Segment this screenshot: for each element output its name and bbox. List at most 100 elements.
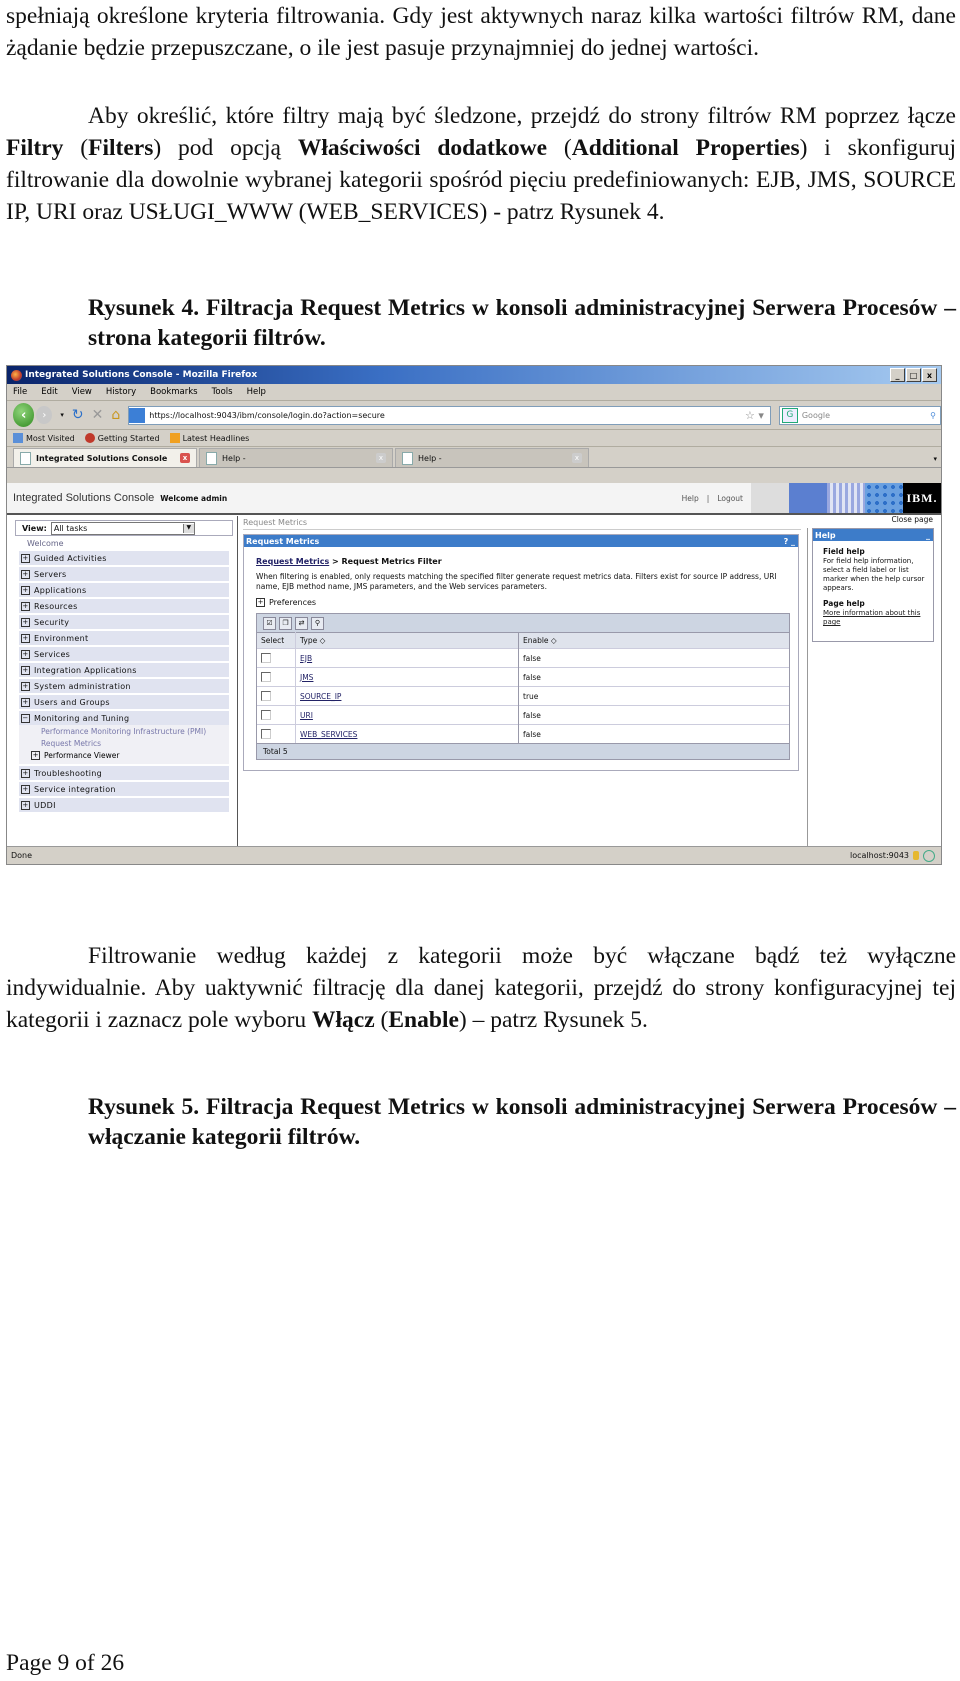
figure-4-screenshot: Integrated Solutions Console - Mozilla F… — [6, 365, 942, 865]
reload-icon[interactable]: ↻ — [72, 407, 84, 423]
nav-label: UDDI — [34, 800, 56, 810]
help-minimize-icons[interactable]: ? _ — [784, 537, 795, 546]
bookmark-latest-headlines[interactable]: Latest Headlines — [169, 433, 249, 443]
bookmark-most-visited[interactable]: Most Visited — [13, 433, 75, 443]
text: ) pod opcją — [153, 135, 298, 161]
nav-environment[interactable]: + Environment — [19, 631, 229, 645]
nav-uddi[interactable]: + UDDI — [19, 798, 229, 812]
menu-bookmarks[interactable]: Bookmarks — [150, 387, 198, 397]
close-page-link[interactable]: Close page — [891, 515, 933, 524]
nav-monitoring-and-tuning[interactable]: − Monitoring and Tuning — [19, 711, 229, 725]
addon-icon[interactable] — [923, 849, 935, 862]
minimize-icon[interactable]: _ — [926, 531, 930, 540]
google-icon[interactable]: G — [781, 407, 798, 423]
expand-icon: + — [21, 697, 30, 707]
nav-security[interactable]: + Security — [19, 615, 229, 629]
preferences-toggle[interactable]: + Preferences — [256, 598, 798, 607]
nav-label: Performance Monitoring Infrastructure (P… — [41, 727, 207, 736]
nav-service-integration[interactable]: + Service integration — [19, 782, 229, 796]
close-tab-icon[interactable]: x — [180, 453, 190, 463]
table-toolbar: ☑ ❐ ⇄ ⚲ — [257, 614, 789, 632]
nav-pmi[interactable]: Performance Monitoring Infrastructure (P… — [19, 725, 229, 737]
tab-integrated-solutions-console[interactable]: Integrated Solutions Console x — [13, 448, 197, 467]
nav-welcome-link[interactable]: Welcome — [11, 538, 237, 549]
column-enable[interactable]: Enable ◇ — [518, 632, 789, 649]
menu-view[interactable]: View — [72, 387, 92, 397]
page-help-link[interactable]: More information about this page — [823, 609, 929, 627]
row-checkbox[interactable] — [261, 691, 271, 701]
nav-resources[interactable]: + Resources — [19, 599, 229, 613]
clear-filter-icon[interactable]: ⚲ — [311, 616, 324, 630]
page-icon — [20, 451, 31, 465]
minimize-button[interactable]: _ — [890, 368, 905, 382]
row-checkbox[interactable] — [261, 653, 271, 663]
close-tab-icon[interactable]: x — [376, 453, 386, 463]
home-icon[interactable]: ⌂ — [111, 407, 120, 423]
show-filter-icon[interactable]: ⇄ — [295, 616, 308, 630]
close-window-button[interactable]: x — [922, 368, 937, 382]
bookmark-label: Getting Started — [97, 433, 160, 443]
type-link[interactable]: JMS — [300, 673, 313, 682]
nav-request-metrics[interactable]: Request Metrics — [19, 737, 229, 749]
row-checkbox[interactable] — [261, 710, 271, 720]
forward-button[interactable]: › — [36, 406, 53, 424]
nav-system-administration[interactable]: + System administration — [19, 679, 229, 693]
nav-label: Request Metrics — [41, 739, 102, 748]
nav-applications[interactable]: + Applications — [19, 583, 229, 597]
tab-list-dropdown-icon[interactable]: ▾ — [933, 455, 937, 463]
search-icon[interactable]: ⚲ — [930, 411, 936, 420]
menu-history[interactable]: History — [106, 387, 136, 397]
nav-services[interactable]: + Services — [19, 647, 229, 661]
stop-icon[interactable]: ✕ — [92, 407, 104, 423]
page-help-title: Page help — [823, 599, 865, 608]
nav-label: Users and Groups — [34, 697, 110, 707]
bookmark-star-icon[interactable]: ☆ ▾ — [745, 409, 764, 422]
nav-performance-viewer[interactable]: + Performance Viewer — [19, 749, 229, 761]
view-select[interactable]: All tasks ▼ — [50, 521, 195, 535]
field-help-text: For field help information, select a fie… — [823, 557, 925, 592]
type-link[interactable]: SOURCE_IP — [300, 692, 341, 701]
tab-help-1[interactable]: Help - x — [199, 448, 393, 467]
chevron-down-icon[interactable]: ▼ — [182, 523, 194, 533]
lock-icon[interactable] — [913, 851, 919, 860]
menu-tools[interactable]: Tools — [212, 387, 233, 397]
select-all-icon[interactable]: ☑ — [263, 616, 276, 630]
deselect-all-icon[interactable]: ❐ — [279, 616, 292, 630]
menu-edit[interactable]: Edit — [41, 387, 57, 397]
menu-file[interactable]: File — [13, 387, 27, 397]
breadcrumb-link[interactable]: Request Metrics — [256, 557, 329, 566]
row-checkbox[interactable] — [261, 672, 271, 682]
search-box[interactable]: G Google ⚲ — [778, 405, 941, 425]
menu-help[interactable]: Help — [247, 387, 266, 397]
window-controls: _ □ x — [890, 368, 937, 382]
url-bar[interactable]: https://localhost:9043/ibm/console/login… — [128, 405, 771, 425]
maximize-button[interactable]: □ — [906, 368, 921, 382]
history-dropdown-icon[interactable]: ▾ — [60, 411, 64, 419]
expand-icon: + — [21, 665, 30, 675]
row-checkbox[interactable] — [261, 729, 271, 739]
nav-servers[interactable]: + Servers — [19, 567, 229, 581]
console-title: Integrated Solutions Console — [13, 492, 155, 504]
type-link[interactable]: WEB_SERVICES — [300, 730, 357, 739]
type-link[interactable]: EJB — [300, 654, 312, 663]
back-button[interactable]: ‹ — [13, 403, 35, 427]
help-link[interactable]: Help — [682, 494, 699, 503]
logout-link[interactable]: Logout — [717, 494, 743, 503]
banner-tile — [827, 483, 865, 513]
bold-text: Enable — [388, 1007, 459, 1033]
bookmark-getting-started[interactable]: Getting Started — [84, 433, 160, 443]
bookmarks-toolbar: Most Visited Getting Started Latest Head… — [7, 430, 941, 447]
page-icon — [402, 451, 413, 465]
column-type[interactable]: Type ◇ — [295, 632, 519, 649]
status-text: Done — [11, 851, 33, 860]
tab-help-2[interactable]: Help - x — [395, 448, 589, 467]
main-pane: Request Metrics Request Metrics ? _ Requ… — [243, 516, 801, 846]
nav-troubleshooting[interactable]: + Troubleshooting — [19, 766, 229, 780]
close-tab-icon[interactable]: x — [572, 453, 582, 463]
nav-label: Applications — [34, 585, 87, 595]
nav-guided-activities[interactable]: + Guided Activities — [19, 551, 229, 565]
nav-integration-applications[interactable]: + Integration Applications — [19, 663, 229, 677]
nav-users-and-groups[interactable]: + Users and Groups — [19, 695, 229, 709]
type-link[interactable]: URI — [300, 711, 313, 720]
expand-icon: + — [21, 585, 30, 595]
